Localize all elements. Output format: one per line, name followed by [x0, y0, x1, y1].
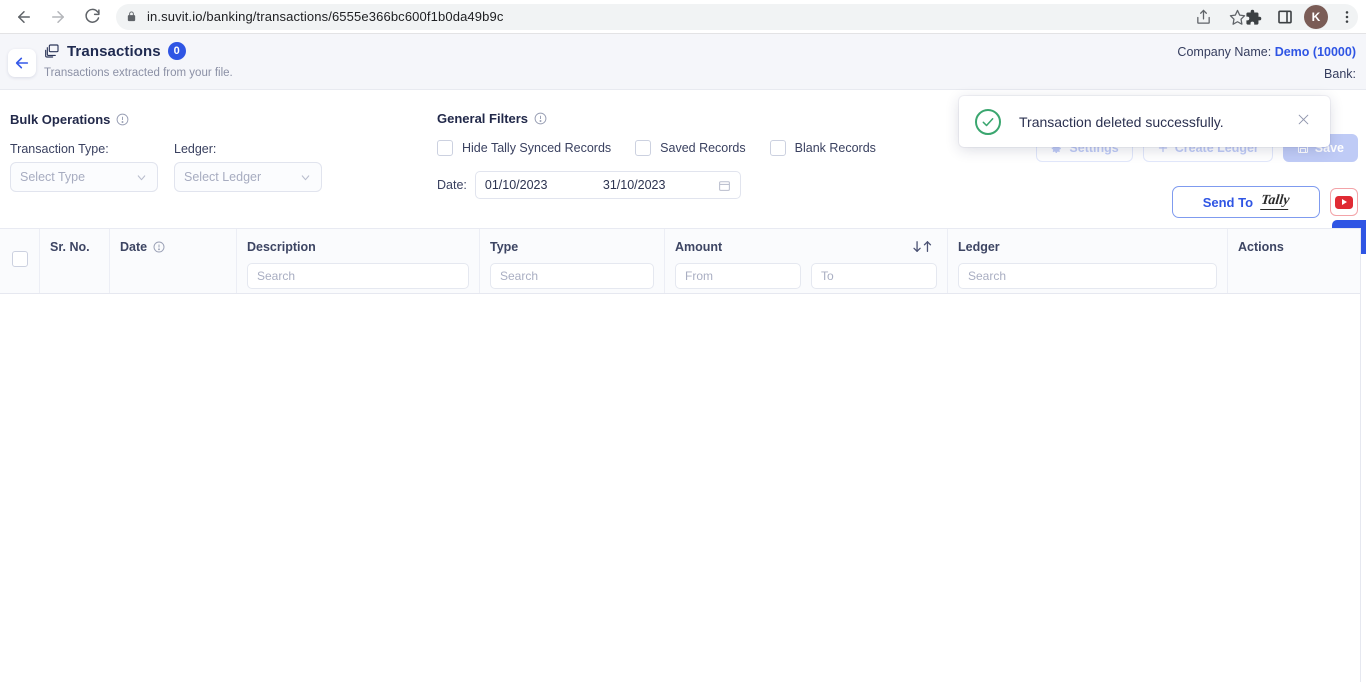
blank-records-label: Blank Records [794, 141, 876, 155]
page-subtitle: Transactions extracted from your file. [44, 67, 233, 79]
bank-label: Bank: [1324, 67, 1356, 81]
column-header-sr-no: Sr. No. [50, 240, 90, 254]
blank-records-checkbox-item[interactable]: Blank Records [769, 140, 876, 156]
info-icon[interactable] [534, 112, 547, 125]
ledger-search-input[interactable]: Search [958, 263, 1217, 289]
toast-message: Transaction deleted successfully. [1019, 113, 1224, 130]
send-to-tally-button[interactable]: Send To Tally [1172, 186, 1320, 218]
column-header-amount: Amount [675, 240, 723, 254]
table-column-ledger: Ledger Search [948, 229, 1228, 293]
transaction-count-badge: 0 [167, 42, 186, 60]
table-header-row: Sr. No. Date Description Search Type Sea… [0, 228, 1360, 294]
youtube-icon [1335, 195, 1353, 209]
date-range-picker[interactable]: 01/10/2023 31/10/2023 [474, 171, 741, 199]
transactions-table: Sr. No. Date Description Search Type Sea… [0, 228, 1361, 682]
general-filters-checkboxes: Hide Tally Synced Records Saved Records … [437, 140, 876, 156]
hide-tally-synced-records-label: Hide Tally Synced Records [462, 141, 612, 155]
bulk-operations-title: Bulk Operations [10, 112, 322, 127]
column-header-actions: Actions [1238, 240, 1284, 254]
address-bar[interactable]: in.suvit.io/banking/transactions/6555e36… [116, 3, 1358, 30]
sort-arrows-icon[interactable] [911, 240, 937, 257]
company-name-label: Company Name: [1177, 45, 1272, 59]
date-from-value[interactable]: 01/10/2023 [485, 178, 593, 192]
puzzle-icon[interactable] [1240, 4, 1266, 30]
amount-range-inputs: From To [675, 254, 937, 289]
column-header-description: Description [247, 240, 316, 254]
ledger-value: Select Ledger [184, 170, 262, 184]
saved-records-checkbox[interactable] [635, 140, 652, 156]
date-label: Date: [437, 178, 467, 192]
transaction-type-select[interactable]: Select Type [10, 162, 158, 192]
profile-avatar[interactable]: K [1304, 5, 1328, 29]
ledger-label: Ledger: [174, 142, 217, 156]
table-column-amount: Amount From To [665, 229, 948, 293]
table-column-description: Description Search [237, 229, 480, 293]
bulk-operations-section: Bulk Operations Transaction Type: Select… [10, 112, 322, 192]
company-name-value[interactable]: Demo (10000) [1275, 45, 1356, 59]
app-root: Transactions 0 Transactions extracted fr… [0, 34, 1366, 682]
company-name-line: Company Name: Demo (10000) [1177, 45, 1356, 59]
toast-notification: Transaction deleted successfully. [959, 96, 1330, 147]
browser-right-actions: K [1240, 3, 1360, 31]
ledger-field: Ledger: Select Ledger [174, 142, 322, 192]
page-title-row: Transactions 0 [44, 42, 186, 60]
ledger-select[interactable]: Select Ledger [174, 162, 322, 192]
type-search-input[interactable]: Search [490, 263, 654, 289]
column-header-date-text: Date [120, 240, 148, 254]
hide-tally-synced-records-checkbox-item[interactable]: Hide Tally Synced Records [437, 140, 611, 156]
column-header-date: Date [120, 240, 226, 254]
saved-records-checkbox-item[interactable]: Saved Records [635, 140, 746, 156]
browser-forward-icon[interactable] [44, 3, 72, 31]
date-filter-row: Date: 01/10/2023 31/10/2023 [437, 171, 876, 199]
bulk-operations-title-text: Bulk Operations [10, 112, 111, 127]
chevron-down-icon [135, 171, 148, 184]
transaction-type-label: Transaction Type: [10, 142, 109, 156]
secondary-action-buttons: Send To Tally [1172, 186, 1358, 218]
transaction-type-field: Transaction Type: Select Type [10, 142, 158, 192]
send-to-label: Send To [1202, 194, 1254, 210]
page-back-button[interactable] [8, 49, 36, 77]
side-panel-icon[interactable] [1272, 4, 1298, 30]
column-header-ledger: Ledger [958, 240, 1000, 254]
column-header-type: Type [490, 240, 519, 254]
amount-to-input[interactable]: To [811, 263, 937, 289]
table-body [0, 294, 1360, 682]
general-filters-section: General Filters Hide Tally Synced Record… [437, 111, 876, 199]
chevron-down-icon [299, 171, 312, 184]
page-header: Transactions 0 Transactions extracted fr… [0, 34, 1366, 90]
table-column-actions: Actions [1228, 229, 1358, 293]
select-all-checkbox[interactable] [11, 251, 28, 267]
transaction-type-value: Select Type [20, 170, 86, 184]
bulk-operations-fields: Transaction Type: Select Type Ledger: Se… [10, 142, 322, 192]
info-icon[interactable] [116, 113, 129, 126]
general-filters-title-text: General Filters [437, 111, 529, 126]
three-dot-menu-icon[interactable] [1334, 4, 1360, 30]
table-column-date: Date [110, 229, 237, 293]
close-icon[interactable] [1293, 109, 1314, 134]
url-text: in.suvit.io/banking/transactions/6555e36… [147, 9, 504, 24]
youtube-button[interactable] [1330, 188, 1358, 216]
table-column-type: Type Search [480, 229, 665, 293]
info-icon[interactable] [153, 241, 165, 253]
lock-icon [126, 10, 137, 23]
saved-records-label: Saved Records [660, 141, 746, 155]
share-icon[interactable] [1190, 4, 1216, 30]
transactions-icon [44, 43, 60, 59]
browser-reload-icon[interactable] [78, 3, 106, 31]
check-circle-icon [975, 108, 1001, 135]
table-column-select [0, 229, 40, 293]
description-search-input[interactable]: Search [247, 263, 469, 289]
page-title: Transactions [67, 42, 161, 60]
date-to-value[interactable]: 31/10/2023 [603, 178, 708, 192]
browser-toolbar: in.suvit.io/banking/transactions/6555e36… [0, 0, 1366, 34]
table-column-sr-no: Sr. No. [40, 229, 110, 293]
browser-back-icon[interactable] [10, 3, 38, 31]
amount-from-input[interactable]: From [675, 263, 801, 289]
general-filters-title: General Filters [437, 111, 876, 126]
calendar-icon[interactable] [718, 179, 731, 192]
hide-tally-synced-records-checkbox[interactable] [437, 140, 453, 156]
tally-logo: Tally [1260, 193, 1291, 210]
blank-records-checkbox[interactable] [769, 140, 786, 156]
